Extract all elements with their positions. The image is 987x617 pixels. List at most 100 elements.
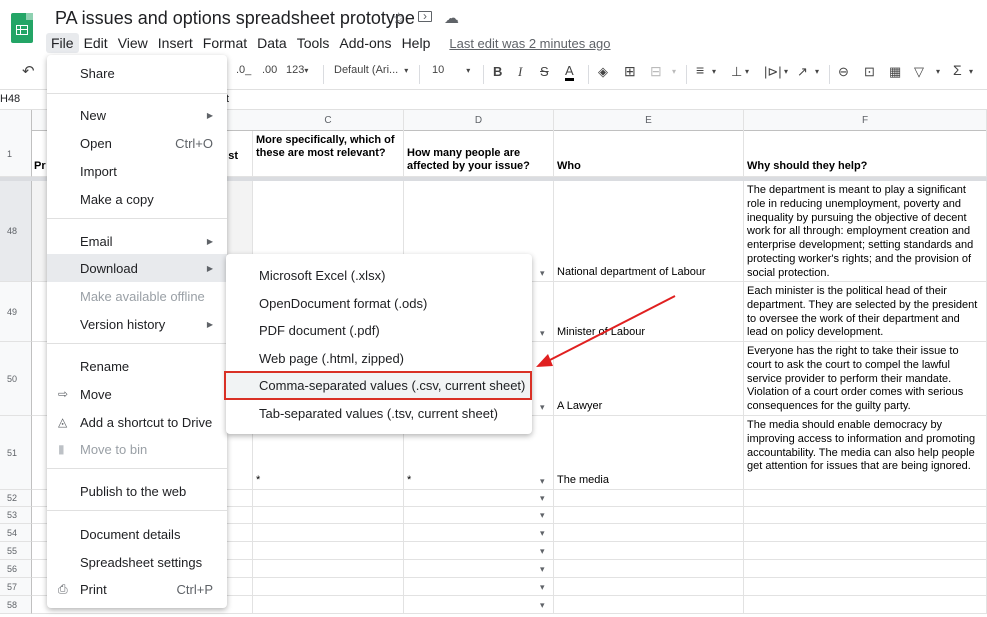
row-header-48[interactable]: 48	[0, 181, 32, 282]
file-menu-make-offline[interactable]: Make available offline	[47, 282, 227, 310]
insert-comment-icon[interactable]: ⊡	[864, 64, 875, 80]
decrease-decimal-button[interactable]: .0_	[236, 64, 251, 76]
cell-d54[interactable]	[404, 524, 554, 542]
row-header-58[interactable]: 58	[0, 596, 32, 614]
cell-f54[interactable]	[744, 524, 987, 542]
insert-chart-icon[interactable]: ▦	[889, 64, 901, 80]
cell-e56[interactable]	[554, 560, 744, 578]
file-menu-print[interactable]: ⎙ Print Ctrl+P	[47, 575, 227, 603]
cell-e51[interactable]: The media	[554, 416, 744, 490]
header-cell-d[interactable]: How many people are affected by your iss…	[404, 131, 554, 177]
menu-tools[interactable]: Tools	[292, 33, 335, 53]
dropdown-chevron-icon[interactable]: ▾	[540, 582, 545, 593]
file-menu-rename[interactable]: Rename	[47, 352, 227, 380]
name-box[interactable]: H48	[0, 93, 20, 105]
file-menu-spreadsheet-settings[interactable]: Spreadsheet settings	[47, 548, 227, 576]
cell-c57[interactable]	[253, 578, 404, 596]
vertical-align-icon[interactable]: ⊥	[731, 64, 742, 80]
menu-help[interactable]: Help	[397, 33, 436, 53]
cell-e54[interactable]	[554, 524, 744, 542]
cell-f48[interactable]: The department is meant to play a signif…	[744, 181, 987, 282]
menu-edit[interactable]: Edit	[79, 33, 113, 53]
merge-cells-icon[interactable]: ⊟	[650, 63, 662, 80]
insert-link-icon[interactable]: ⊖	[838, 64, 849, 80]
download-ods[interactable]: OpenDocument format (.ods)	[226, 289, 532, 317]
menu-insert[interactable]: Insert	[153, 33, 198, 53]
cell-f52[interactable]	[744, 490, 987, 507]
file-menu-open[interactable]: Open Ctrl+O	[47, 129, 227, 157]
undo-icon[interactable]: ↶	[22, 62, 35, 80]
file-menu-make-copy[interactable]: Make a copy	[47, 185, 227, 213]
strikethrough-icon[interactable]: S	[540, 64, 549, 79]
file-menu-document-details[interactable]: Document details	[47, 520, 227, 548]
cell-d57[interactable]	[404, 578, 554, 596]
cell-c54[interactable]	[253, 524, 404, 542]
font-size-dropdown[interactable]: 10 ▾	[432, 64, 470, 76]
cell-c52[interactable]	[253, 490, 404, 507]
cell-d56[interactable]	[404, 560, 554, 578]
dropdown-chevron-icon[interactable]: ▾	[540, 268, 545, 279]
download-pdf[interactable]: PDF document (.pdf)	[226, 316, 532, 344]
italic-icon[interactable]: I	[518, 64, 522, 80]
menu-format[interactable]: Format	[198, 33, 252, 53]
menu-addons[interactable]: Add-ons	[334, 33, 396, 53]
number-format-dropdown[interactable]: 123▾	[286, 64, 308, 76]
menu-view[interactable]: View	[113, 33, 153, 53]
fill-color-icon[interactable]: ◈	[598, 64, 608, 80]
row-header-56[interactable]: 56	[0, 560, 32, 578]
last-edit-link[interactable]: Last edit was 2 minutes ago	[449, 36, 610, 51]
cell-e55[interactable]	[554, 542, 744, 560]
download-html[interactable]: Web page (.html, zipped)	[226, 344, 532, 372]
dropdown-chevron-icon[interactable]: ▾	[540, 528, 545, 539]
cell-e53[interactable]	[554, 507, 744, 524]
cell-f56[interactable]	[744, 560, 987, 578]
file-menu-move[interactable]: ⇨ Move	[47, 380, 227, 408]
row-header-55[interactable]: 55	[0, 542, 32, 560]
file-menu-version-history[interactable]: Version history ▶	[47, 310, 227, 338]
dropdown-chevron-icon[interactable]: ▾	[540, 328, 545, 339]
dropdown-chevron-icon[interactable]: ▾	[540, 564, 545, 575]
increase-decimal-button[interactable]: .00	[262, 64, 277, 76]
text-rotation-icon[interactable]: ↗	[797, 64, 808, 80]
cell-e49[interactable]: Minister of Labour	[554, 282, 744, 342]
download-tsv[interactable]: Tab-separated values (.tsv, current shee…	[226, 399, 532, 427]
cell-c58[interactable]	[253, 596, 404, 614]
cell-c55[interactable]	[253, 542, 404, 560]
header-cell-e[interactable]: Who	[554, 131, 744, 177]
row-header-51[interactable]: 51	[0, 416, 32, 490]
cell-e58[interactable]	[554, 596, 744, 614]
column-header-f[interactable]: F	[744, 110, 987, 131]
file-menu-add-shortcut[interactable]: ◬ Add a shortcut to Drive	[47, 408, 227, 436]
sheets-logo-icon[interactable]	[11, 13, 33, 43]
file-menu-new[interactable]: New ▶	[47, 101, 227, 129]
file-menu-move-to-bin[interactable]: ▮ Move to bin	[47, 435, 227, 463]
star-icon[interactable]: ☆	[392, 9, 405, 27]
dropdown-chevron-icon[interactable]: ▾	[540, 600, 545, 611]
menu-data[interactable]: Data	[252, 33, 292, 53]
cell-e48[interactable]: National department of Labour	[554, 181, 744, 282]
menu-file[interactable]: File	[46, 33, 79, 53]
cloud-status-icon[interactable]: ☁	[444, 9, 459, 27]
borders-icon[interactable]: ⊞	[624, 63, 636, 80]
header-cell-c[interactable]: More specifically, which of these are mo…	[253, 131, 404, 177]
file-menu-email[interactable]: Email ▶	[47, 227, 227, 255]
dropdown-chevron-icon[interactable]: ▾	[540, 476, 545, 487]
bold-icon[interactable]: B	[493, 64, 502, 79]
row-header-52[interactable]: 52	[0, 490, 32, 507]
file-menu-publish[interactable]: Publish to the web	[47, 477, 227, 505]
column-header-e[interactable]: E	[554, 110, 744, 131]
download-xlsx[interactable]: Microsoft Excel (.xlsx)	[226, 261, 532, 289]
move-to-folder-icon[interactable]: ›	[418, 10, 432, 22]
row-header-1[interactable]: 1	[0, 131, 32, 177]
cell-f51[interactable]: The media should enable democracy by imp…	[744, 416, 987, 490]
select-all-corner[interactable]	[0, 110, 32, 131]
cell-e57[interactable]	[554, 578, 744, 596]
header-cell-f[interactable]: Why should they help?	[744, 131, 987, 177]
cell-e50[interactable]: A Lawyer	[554, 342, 744, 416]
document-title[interactable]: PA issues and options spreadsheet protot…	[55, 8, 415, 29]
text-color-icon[interactable]: A	[565, 64, 574, 81]
cell-f49[interactable]: Each minister is the political head of t…	[744, 282, 987, 342]
row-header-49[interactable]: 49	[0, 282, 32, 342]
file-menu-share[interactable]: Share	[47, 59, 227, 87]
cell-d55[interactable]	[404, 542, 554, 560]
